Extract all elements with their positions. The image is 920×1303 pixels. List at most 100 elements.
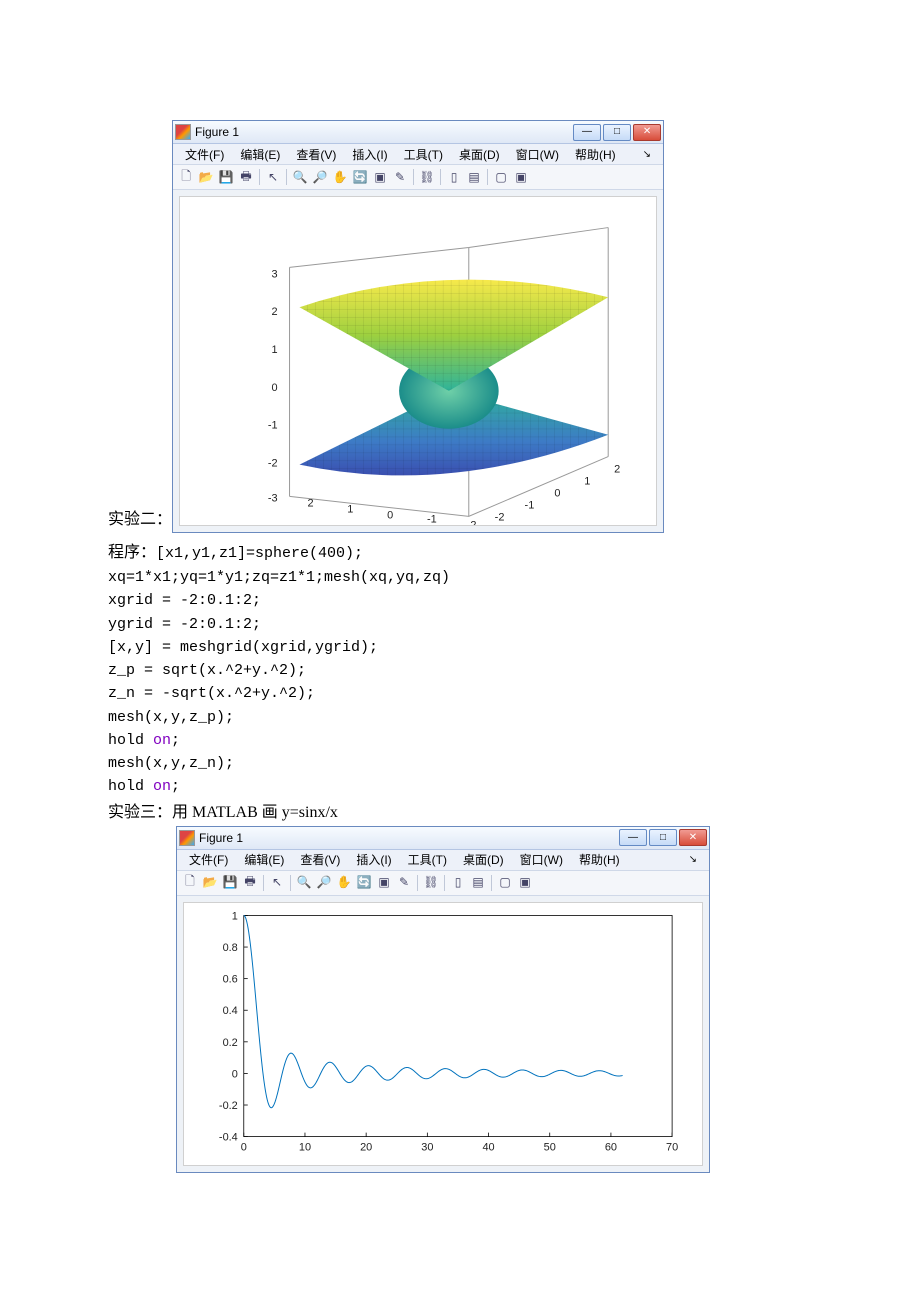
code-line-2: xq=1*x1;yq=1*y1;zq=z1*1;mesh(xq,yq,zq) (108, 566, 812, 589)
svg-text:0: 0 (272, 382, 278, 394)
svg-text:0.8: 0.8 (223, 942, 238, 954)
svg-text:-0.4: -0.4 (219, 1131, 238, 1143)
close-button[interactable]: ✕ (679, 829, 707, 846)
code-line-7: z_n = -sqrt(x.^2+y.^2); (108, 682, 812, 705)
menu-view[interactable]: 查看(V) (292, 851, 348, 868)
maximize-button[interactable]: □ (603, 124, 631, 141)
axes-icon[interactable]: ▣ (516, 874, 534, 892)
link-icon[interactable]: ⛓ (418, 168, 436, 186)
code-line-9c: ; (171, 732, 180, 749)
svg-text:0: 0 (241, 1141, 247, 1153)
print-icon[interactable]: 🖶 (237, 168, 255, 186)
toolbar: 🗋 📂 💾 🖶 ↖ 🔍 🔎 ✋ 🔄 ▣ ✎ ⛓ ▯ ▤ ▢ (177, 871, 709, 896)
pan-icon[interactable]: ✋ (331, 168, 349, 186)
svg-text:1: 1 (232, 910, 238, 922)
new-icon[interactable]: 🗋 (177, 168, 195, 186)
brush-icon[interactable]: ✎ (391, 168, 409, 186)
code-line-11b: on (153, 778, 171, 795)
datatip-icon[interactable]: ▣ (371, 168, 389, 186)
menu-edit[interactable]: 编辑(E) (232, 146, 288, 163)
pointer-icon[interactable]: ↖ (268, 874, 286, 892)
dock-icon[interactable]: ↘ (635, 149, 659, 160)
svg-text:1: 1 (347, 503, 353, 515)
svg-text:-0.2: -0.2 (219, 1100, 238, 1112)
code-line-10: mesh(x,y,z_n); (108, 752, 812, 775)
datatip-icon[interactable]: ▣ (375, 874, 393, 892)
link-icon[interactable]: ⛓ (422, 874, 440, 892)
minimize-button[interactable]: — (619, 829, 647, 846)
svg-text:0: 0 (554, 487, 560, 499)
svg-text:0.4: 0.4 (223, 1005, 238, 1017)
save-icon[interactable]: 💾 (217, 168, 235, 186)
annot-icon[interactable]: ▢ (492, 168, 510, 186)
svg-text:2: 2 (307, 497, 313, 509)
minimize-button[interactable]: — (573, 124, 601, 141)
menu-insert[interactable]: 插入(I) (344, 146, 395, 163)
exp2-label: 实验二： (108, 506, 172, 533)
svg-text:0: 0 (387, 509, 393, 521)
toolbar: 🗋 📂 💾 🖶 ↖ 🔍 🔎 ✋ 🔄 ▣ ✎ ⛓ ▯ ▤ ▢ (173, 165, 663, 190)
titlebar: Figure 1 — □ ✕ (173, 121, 663, 144)
svg-text:2: 2 (614, 464, 620, 476)
menu-edit[interactable]: 编辑(E) (236, 851, 292, 868)
svg-text:1: 1 (584, 475, 590, 487)
figure-window-1: Figure 1 — □ ✕ 文件(F) 编辑(E) 查看(V) 插入(I) 工… (172, 120, 664, 533)
svg-text:60: 60 (605, 1141, 617, 1153)
matlab-icon (179, 830, 195, 846)
svg-text:0.6: 0.6 (223, 974, 238, 986)
print-icon[interactable]: 🖶 (241, 874, 259, 892)
svg-text:30: 30 (421, 1141, 433, 1153)
code-line-6: z_p = sqrt(x.^2+y.^2); (108, 659, 812, 682)
axes-icon[interactable]: ▣ (512, 168, 530, 186)
rotate-icon[interactable]: 🔄 (355, 874, 373, 892)
code-line-8: mesh(x,y,z_p); (108, 706, 812, 729)
dock-icon[interactable]: ↘ (681, 854, 705, 865)
zoom-out-icon[interactable]: 🔎 (315, 874, 333, 892)
close-button[interactable]: ✕ (633, 124, 661, 141)
window-title: Figure 1 (199, 831, 243, 845)
zoom-in-icon[interactable]: 🔍 (291, 168, 309, 186)
figure-window-2: Figure 1 — □ ✕ 文件(F) 编辑(E) 查看(V) 插入(I) 工… (176, 826, 710, 1173)
svg-text:50: 50 (544, 1141, 556, 1153)
matlab-icon (175, 124, 191, 140)
svg-text:40: 40 (482, 1141, 494, 1153)
svg-text:-2: -2 (268, 458, 278, 470)
menu-insert[interactable]: 插入(I) (348, 851, 399, 868)
svg-text:-2: -2 (495, 511, 505, 523)
menu-view[interactable]: 查看(V) (288, 146, 344, 163)
titlebar: Figure 1 — □ ✕ (177, 827, 709, 850)
menu-window[interactable]: 窗口(W) (508, 146, 567, 163)
svg-text:0: 0 (232, 1068, 238, 1080)
new-icon[interactable]: 🗋 (181, 874, 199, 892)
colorbar-icon[interactable]: ▯ (449, 874, 467, 892)
legend-icon[interactable]: ▤ (465, 168, 483, 186)
maximize-button[interactable]: □ (649, 829, 677, 846)
zoom-out-icon[interactable]: 🔎 (311, 168, 329, 186)
window-title: Figure 1 (195, 125, 239, 139)
menu-desktop[interactable]: 桌面(D) (451, 146, 508, 163)
zoom-in-icon[interactable]: 🔍 (295, 874, 313, 892)
code-line-1: [x1,y1,z1]=sphere(400); (156, 545, 363, 562)
annot-icon[interactable]: ▢ (496, 874, 514, 892)
exp3-label: 实验三：用 MATLAB 画 y=sinx/x (108, 799, 812, 826)
save-icon[interactable]: 💾 (221, 874, 239, 892)
menu-help[interactable]: 帮助(H) (567, 146, 624, 163)
colorbar-icon[interactable]: ▯ (445, 168, 463, 186)
menu-tools[interactable]: 工具(T) (396, 146, 451, 163)
legend-icon[interactable]: ▤ (469, 874, 487, 892)
open-icon[interactable]: 📂 (201, 874, 219, 892)
menubar: 文件(F) 编辑(E) 查看(V) 插入(I) 工具(T) 桌面(D) 窗口(W… (173, 144, 663, 165)
menu-help[interactable]: 帮助(H) (571, 851, 628, 868)
pointer-icon[interactable]: ↖ (264, 168, 282, 186)
rotate-icon[interactable]: 🔄 (351, 168, 369, 186)
svg-text:10: 10 (299, 1141, 311, 1153)
brush-icon[interactable]: ✎ (395, 874, 413, 892)
open-icon[interactable]: 📂 (197, 168, 215, 186)
menu-file[interactable]: 文件(F) (181, 851, 236, 868)
menu-file[interactable]: 文件(F) (177, 146, 232, 163)
menu-window[interactable]: 窗口(W) (512, 851, 571, 868)
menu-desktop[interactable]: 桌面(D) (455, 851, 512, 868)
menu-tools[interactable]: 工具(T) (400, 851, 455, 868)
pan-icon[interactable]: ✋ (335, 874, 353, 892)
svg-text:20: 20 (360, 1141, 372, 1153)
